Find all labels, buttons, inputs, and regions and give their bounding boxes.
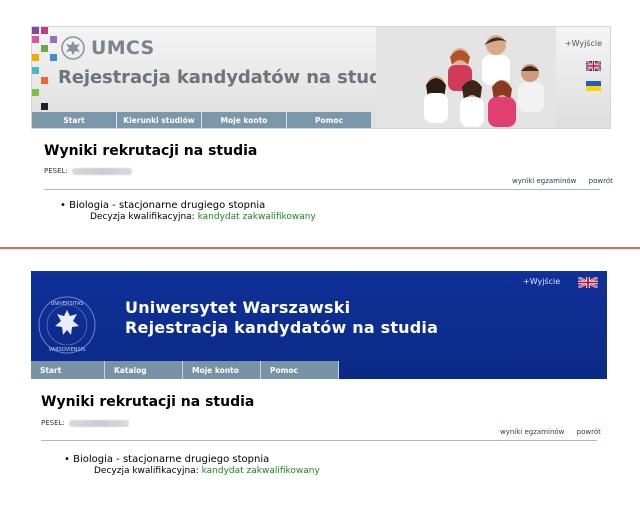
divider (44, 189, 600, 190)
result-links: wyniki egzaminów powrót (490, 428, 601, 436)
students-photo (376, 27, 556, 128)
back-link[interactable]: powrót (589, 177, 613, 185)
nav-tab-start[interactable]: Start (31, 361, 105, 379)
program-item: • Biologia - stacjonarne drugiego stopni… (64, 454, 270, 465)
nav-tab-catalog[interactable]: Katalog (105, 361, 183, 379)
exit-link[interactable]: +Wyjście (523, 277, 560, 286)
nav-tab-account[interactable]: Moje konto (202, 112, 287, 128)
back-link[interactable]: powrót (577, 428, 601, 436)
uw-university-name: Uniwersytet Warszawski (125, 298, 351, 317)
exam-results-link[interactable]: wyniki egzaminów (500, 428, 564, 436)
program-item: • Biologia - stacjonarne drugiego stopni… (60, 200, 266, 211)
decision-row: Decyzja kwalifikacyjna: kandydat zakwali… (90, 212, 316, 222)
divider (41, 440, 597, 441)
uw-registration-panel: UNIVERSITAS VARSOVIENSIS Uniwersytet War… (0, 250, 640, 506)
umcs-main-nav: Start Kierunki studiów Moje konto Pomoc (32, 112, 372, 128)
svg-text:VARSOVIENSIS: VARSOVIENSIS (49, 347, 86, 353)
uw-main-nav: Start Katalog Moje konto Pomoc (31, 361, 339, 379)
exit-link[interactable]: +Wyjście (565, 39, 602, 48)
decision-status: kandydat zakwalifikowany (197, 212, 316, 222)
nav-tab-start[interactable]: Start (32, 112, 117, 128)
decision-status: kandydat zakwalifikowany (201, 466, 320, 476)
decision-label: Decyzja kwalifikacyjna: (94, 466, 199, 476)
umcs-registration-panel: UMCS Rejestracja kandydatów na studia +W… (0, 0, 640, 246)
result-links: wyniki egzaminów powrót (502, 177, 613, 185)
pesel-value-redacted (71, 167, 132, 175)
results-heading: Wyniki rekrutacji na studia (44, 143, 258, 159)
umcs-eagle-logo-icon (61, 36, 85, 60)
decision-label: Decyzja kwalifikacyjna: (90, 212, 195, 222)
pesel-row: PESEL: (41, 419, 129, 427)
uw-seal-icon: UNIVERSITAS VARSOVIENSIS (38, 296, 96, 354)
pesel-row: PESEL: (44, 167, 132, 175)
umcs-page-title: Rejestracja kandydatów na studia (58, 67, 400, 88)
uw-page-title: Rejestracja kandydatów na studia (125, 318, 439, 337)
section-separator (0, 247, 640, 249)
nav-tab-account[interactable]: Moje konto (183, 361, 261, 379)
nav-tab-programs[interactable]: Kierunki studiów (117, 112, 202, 128)
umcs-logo: UMCS (60, 35, 155, 61)
exam-results-link[interactable]: wyniki egzaminów (512, 177, 576, 185)
uk-flag-icon[interactable] (578, 277, 598, 288)
pesel-label: PESEL: (41, 419, 65, 427)
results-heading: Wyniki rekrutacji na studia (41, 394, 255, 410)
nav-tab-help[interactable]: Pomoc (261, 361, 339, 379)
uw-header: UNIVERSITAS VARSOVIENSIS Uniwersytet War… (31, 271, 607, 379)
pesel-value-redacted (68, 419, 129, 427)
pesel-label: PESEL: (44, 167, 68, 175)
nav-tab-help[interactable]: Pomoc (287, 112, 372, 128)
ukraine-flag-icon[interactable] (586, 81, 601, 91)
umcs-logo-text: UMCS (91, 37, 155, 59)
svg-text:UNIVERSITAS: UNIVERSITAS (51, 301, 84, 307)
umcs-header: UMCS Rejestracja kandydatów na studia +W… (31, 26, 611, 129)
uk-flag-icon[interactable] (586, 61, 601, 71)
decision-row: Decyzja kwalifikacyjna: kandydat zakwali… (94, 466, 320, 476)
